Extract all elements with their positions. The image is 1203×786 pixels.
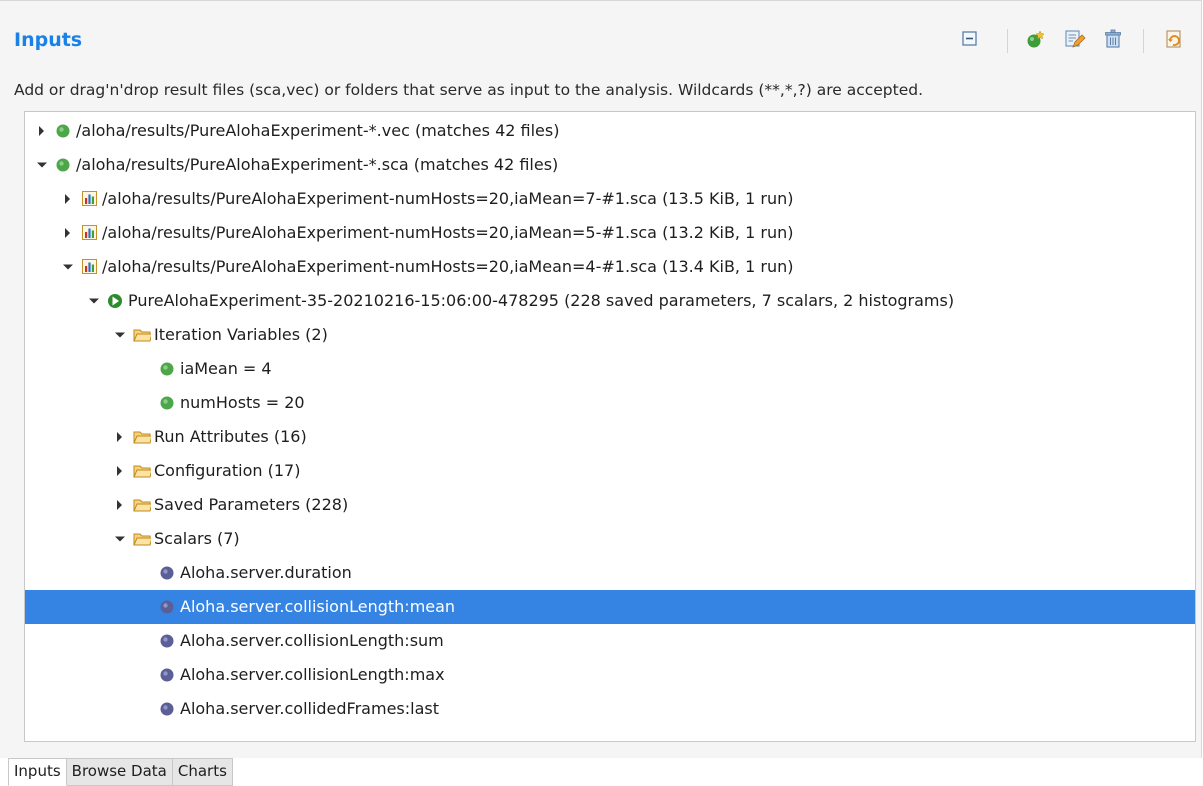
tree-row[interactable]: Run Attributes (16): [25, 420, 1195, 454]
tree-row-label: numHosts = 20: [180, 393, 305, 412]
green-dot-icon: [159, 352, 177, 386]
tree-row[interactable]: /aloha/results/PureAlohaExperiment-*.sca…: [25, 148, 1195, 182]
tree-row-label: Saved Parameters (228): [154, 495, 349, 514]
panel-title: Inputs: [14, 29, 83, 51]
result-file-icon: [81, 250, 99, 284]
scalar-icon: [159, 692, 177, 726]
expand-arrow-icon[interactable]: [113, 488, 127, 522]
tree-row-label: /aloha/results/PureAlohaExperiment-numHo…: [102, 189, 794, 208]
tree-row-label: Aloha.server.collisionLength:max: [180, 665, 445, 684]
folder-icon: [133, 420, 153, 454]
bottom-tab-area: Inputs Browse Data Charts: [0, 758, 1203, 786]
tree-row-label: Iteration Variables (2): [154, 325, 328, 344]
tree-row[interactable]: /aloha/results/PureAlohaExperiment-numHo…: [25, 250, 1195, 284]
tree-row[interactable]: Aloha.server.collisionLength:max: [25, 658, 1195, 692]
green-dot-icon: [55, 148, 73, 182]
tree-row-label: iaMean = 4: [180, 359, 272, 378]
tree-row-label: Aloha.server.duration: [180, 563, 352, 582]
tree-row-label: /aloha/results/PureAlohaExperiment-numHo…: [102, 257, 794, 276]
delete-icon[interactable]: [1101, 27, 1125, 51]
collapse-all-icon[interactable]: [958, 27, 982, 51]
tree-row-label: /aloha/results/PureAlohaExperiment-*.sca…: [76, 155, 559, 174]
tree-row[interactable]: Saved Parameters (228): [25, 488, 1195, 522]
tree-row[interactable]: iaMean = 4: [25, 352, 1195, 386]
tree-row-label: /aloha/results/PureAlohaExperiment-numHo…: [102, 223, 794, 242]
tree-row[interactable]: /aloha/results/PureAlohaExperiment-*.vec…: [25, 114, 1195, 148]
tree-row-label: Aloha.server.collisionLength:sum: [180, 631, 444, 650]
folder-icon: [133, 454, 153, 488]
toolbar: [958, 25, 1198, 55]
result-file-icon: [81, 216, 99, 250]
collapse-arrow-icon[interactable]: [35, 148, 49, 182]
collapse-arrow-icon[interactable]: [113, 318, 127, 352]
expand-arrow-icon[interactable]: [61, 216, 75, 250]
expand-arrow-icon[interactable]: [113, 454, 127, 488]
scalar-icon: [159, 590, 177, 624]
folder-icon: [133, 522, 153, 556]
edit-icon[interactable]: [1062, 27, 1086, 51]
collapse-arrow-icon[interactable]: [87, 284, 101, 318]
tree-row[interactable]: Configuration (17): [25, 454, 1195, 488]
collapse-arrow-icon[interactable]: [113, 522, 127, 556]
tree-row-label: PureAlohaExperiment-35-20210216-15:06:00…: [128, 291, 955, 310]
folder-icon: [133, 318, 153, 352]
tab-charts[interactable]: Charts: [172, 759, 233, 786]
collapse-arrow-icon[interactable]: [61, 250, 75, 284]
tree-row[interactable]: numHosts = 20: [25, 386, 1195, 420]
refresh-icon[interactable]: [1162, 27, 1186, 51]
editor-tabs: Inputs Browse Data Charts: [8, 758, 233, 786]
expand-arrow-icon[interactable]: [113, 420, 127, 454]
tree-row[interactable]: Aloha.server.collisionLength:sum: [25, 624, 1195, 658]
add-file-icon[interactable]: [1024, 27, 1048, 51]
tree-row[interactable]: PureAlohaExperiment-35-20210216-15:06:00…: [25, 284, 1195, 318]
green-dot-icon: [55, 114, 73, 148]
tab-browse-data[interactable]: Browse Data: [66, 759, 173, 786]
folder-icon: [133, 488, 153, 522]
result-file-icon: [81, 182, 99, 216]
panel-description: Add or drag'n'drop result files (sca,vec…: [14, 81, 923, 99]
tree-row[interactable]: Scalars (7): [25, 522, 1195, 556]
tree-row-label: Run Attributes (16): [154, 427, 307, 446]
tree-row-label: Scalars (7): [154, 529, 240, 548]
tree-row[interactable]: /aloha/results/PureAlohaExperiment-numHo…: [25, 216, 1195, 250]
inputs-panel: Inputs Add or drag'n'drop result files (…: [0, 0, 1202, 758]
tree-row-label: /aloha/results/PureAlohaExperiment-*.vec…: [76, 121, 560, 140]
tree-row-selected[interactable]: Aloha.server.collisionLength:mean: [25, 590, 1195, 624]
tree-row-label: Configuration (17): [154, 461, 301, 480]
tree-row[interactable]: /aloha/results/PureAlohaExperiment-numHo…: [25, 182, 1195, 216]
inputs-tree[interactable]: /aloha/results/PureAlohaExperiment-*.vec…: [24, 111, 1196, 742]
tree-row[interactable]: Aloha.server.collidedFrames:last: [25, 692, 1195, 726]
tree-row[interactable]: Aloha.server.duration: [25, 556, 1195, 590]
run-icon: [107, 284, 125, 318]
scalar-icon: [159, 556, 177, 590]
tree-row[interactable]: Iteration Variables (2): [25, 318, 1195, 352]
expand-arrow-icon[interactable]: [35, 114, 49, 148]
tree-row-label: Aloha.server.collisionLength:mean: [180, 597, 456, 616]
scalar-icon: [159, 624, 177, 658]
tree-row-label: Aloha.server.collidedFrames:last: [180, 699, 439, 718]
tab-inputs[interactable]: Inputs: [8, 759, 67, 786]
scalar-icon: [159, 658, 177, 692]
green-dot-icon: [159, 386, 177, 420]
expand-arrow-icon[interactable]: [61, 182, 75, 216]
